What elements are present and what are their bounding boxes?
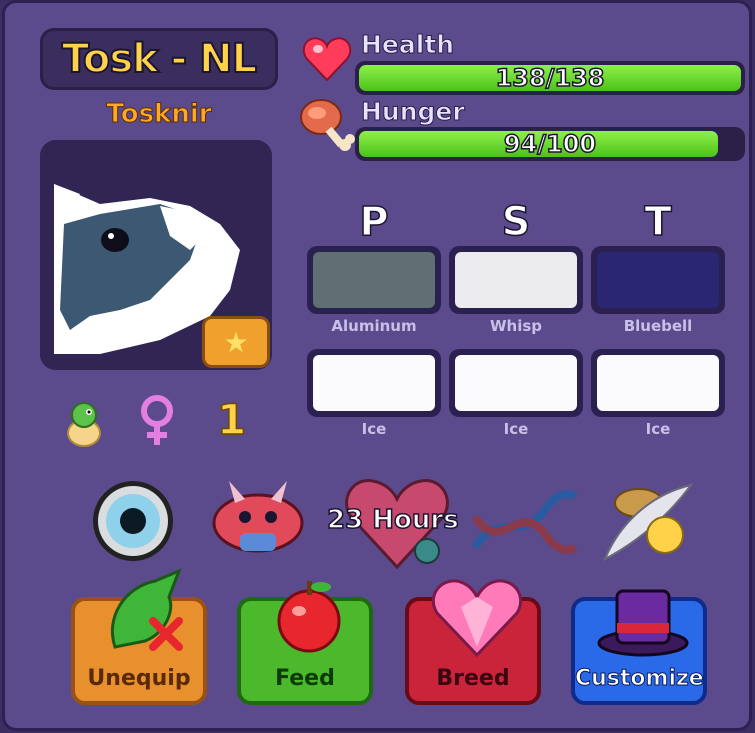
customize-button[interactable]: Customize	[571, 589, 707, 705]
primary-pattern-name: Ice	[361, 420, 387, 438]
feed-label: Feed	[275, 666, 335, 691]
star-icon: ★	[223, 325, 249, 359]
hunger-label: Hunger	[361, 97, 466, 127]
favorite-star-button[interactable]: ★	[202, 316, 270, 368]
unequip-label: Unequip	[87, 666, 191, 691]
swatch-fill	[313, 355, 435, 411]
tertiary-color-name: Bluebell	[623, 317, 693, 335]
pet-level: 1	[216, 394, 247, 445]
dragon-egg-icon	[67, 402, 101, 447]
swatch-fill	[597, 355, 719, 411]
pet-info-panel: Tosk - NL Tosknir ★ 1 Health 138/138 Hun…	[2, 0, 752, 731]
unequip-button[interactable]: Unequip	[71, 568, 207, 705]
pet-name-plate: Tosk - NL	[40, 28, 278, 90]
female-gender-icon	[141, 395, 173, 445]
feather-hat-icon[interactable]	[599, 475, 695, 565]
secondary-color-swatch[interactable]	[449, 246, 583, 314]
pet-species: Tosknir	[106, 99, 212, 130]
tertiary-pattern-swatch[interactable]	[591, 349, 725, 417]
swatch-fill	[597, 252, 719, 308]
apple-icon	[277, 581, 341, 653]
swatch-fill	[455, 355, 577, 411]
heart-icon	[302, 37, 352, 82]
tertiary-pattern-name: Ice	[645, 420, 671, 438]
secondary-pattern-swatch[interactable]	[449, 349, 583, 417]
swatch-fill	[455, 252, 577, 308]
hunger-bar: 94/100	[355, 127, 745, 161]
eye-icon[interactable]	[89, 477, 177, 565]
dna-icon[interactable]	[471, 487, 579, 559]
primary-color-swatch[interactable]	[307, 246, 441, 314]
breed-button[interactable]: Breed	[405, 579, 541, 705]
customize-label: Customize	[575, 666, 705, 692]
pink-heart-gem-icon	[431, 579, 523, 658]
primary-color-name: Aluminum	[331, 317, 417, 335]
secondary-pattern-name: Ice	[503, 420, 529, 438]
secondary-color-name: Whisp	[489, 317, 543, 335]
tertiary-color-swatch[interactable]	[591, 246, 725, 314]
top-hat-icon	[597, 589, 689, 657]
dragon-mask-icon[interactable]	[205, 479, 311, 559]
swatch-fill	[313, 252, 435, 308]
tertiary-color-header: T	[644, 198, 673, 246]
pet-name: Tosk - NL	[61, 35, 258, 83]
feed-button[interactable]: Feed	[237, 581, 373, 705]
health-bar: 138/138	[355, 61, 745, 95]
hunger-value: 94/100	[503, 129, 597, 159]
health-value: 138/138	[495, 63, 605, 93]
primary-pattern-swatch[interactable]	[307, 349, 441, 417]
dragon-remove-icon	[110, 568, 183, 651]
primary-color-header: P	[359, 198, 390, 246]
health-label: Health	[360, 30, 455, 60]
breed-label: Breed	[436, 666, 510, 691]
secondary-color-header: S	[501, 198, 531, 246]
breed-timer: 23 Hours	[326, 504, 459, 536]
drumstick-icon	[300, 99, 355, 151]
